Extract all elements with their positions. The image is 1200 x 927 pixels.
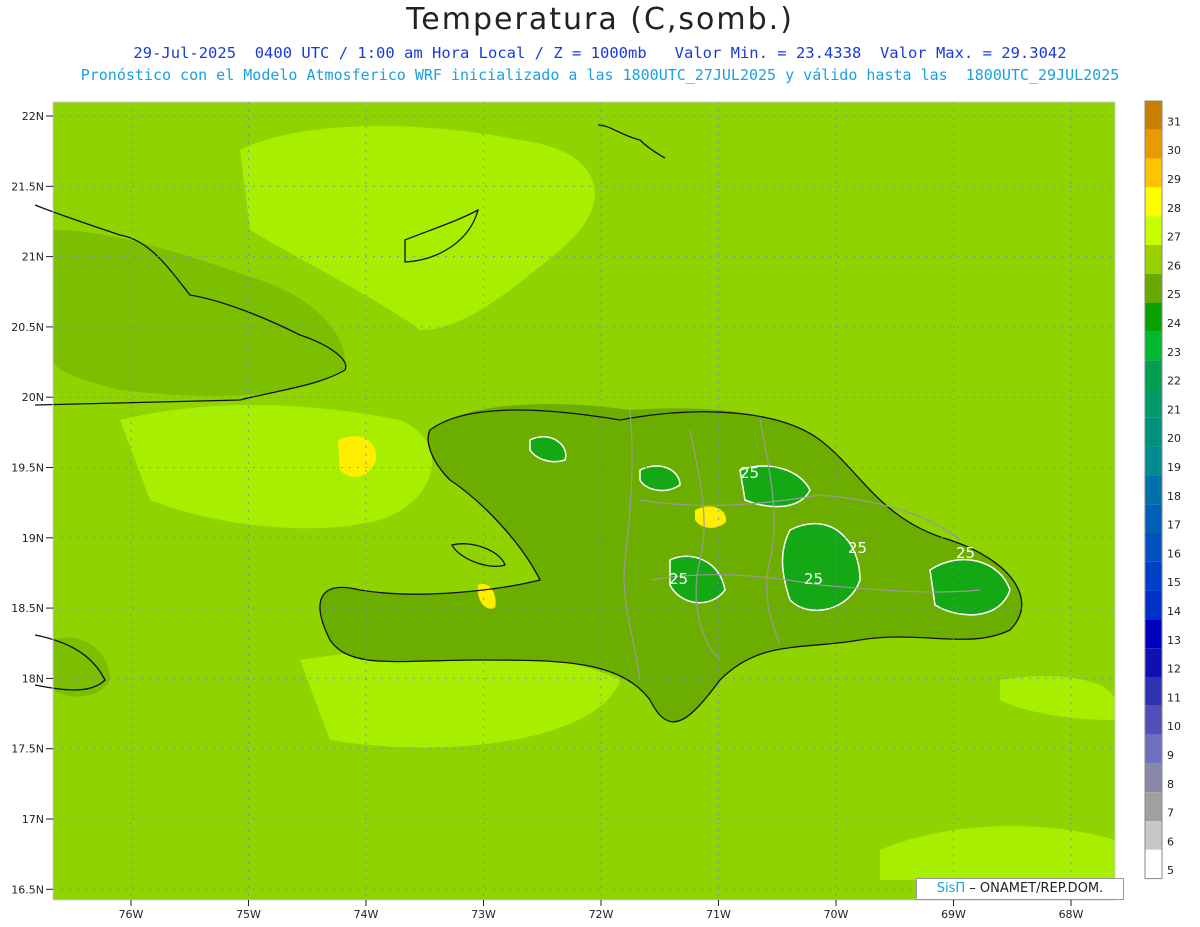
lat-tick-label: 18.5N [11, 602, 44, 615]
colorbar-label: 11 [1167, 691, 1181, 704]
lat-tick-label: 18N [22, 672, 44, 685]
lon-tick-label: 68W [1059, 908, 1084, 921]
lon-tick-label: 70W [824, 908, 849, 921]
latitude-axis: 22N 21.5N 21N 20.5N 20N 19.5N 19N 18.5N 18N 17.5N… [11, 110, 53, 896]
colorbar-swatch [1145, 475, 1162, 505]
lon-tick-label: 69W [941, 908, 966, 921]
colorbar-swatch [1145, 677, 1162, 706]
colorbar-label: 16 [1167, 547, 1181, 560]
colorbar-swatch [1145, 821, 1162, 850]
colorbar-label: 14 [1167, 605, 1181, 618]
colorbar-label: 12 [1167, 663, 1181, 676]
colorbar-label: 5 [1167, 864, 1174, 877]
colorbar-swatch [1145, 561, 1162, 591]
colorbar-label: 23 [1167, 346, 1181, 359]
lon-tick-label: 72W [589, 908, 614, 921]
contour-label: 25 [740, 464, 759, 482]
lat-tick-label: 17.5N [11, 743, 44, 756]
lon-tick-label: 73W [471, 908, 496, 921]
colorbar-swatch [1145, 446, 1162, 476]
colorbar-label: 7 [1167, 807, 1174, 820]
credit-text: – ONAMET/REP.DOM. [965, 881, 1104, 896]
lat-tick-label: 20.5N [11, 321, 44, 334]
lat-tick-label: 16.5N [11, 883, 44, 896]
lat-tick-label: 21.5N [11, 180, 44, 193]
colorbar-swatch [1145, 504, 1162, 533]
longitude-axis: 76W 75W 74W 73W 72W 71W 70W 69W 68W [119, 900, 1084, 921]
colorbar-label: 6 [1167, 835, 1174, 848]
colorbar-label: 19 [1167, 461, 1181, 474]
contour-label: 25 [669, 570, 688, 588]
colorbar-swatch [1145, 158, 1162, 188]
colorbar-label: 15 [1167, 576, 1181, 589]
lat-tick-label: 19.5N [11, 462, 44, 475]
colorbar-label: 24 [1167, 317, 1181, 330]
colorbar-label: 13 [1167, 634, 1181, 647]
colorbar-swatch [1145, 763, 1162, 793]
colorbar-swatch [1145, 331, 1162, 361]
lon-tick-label: 75W [236, 908, 261, 921]
temperature-map: 25 25 25 25 25 22N 21.5N 21N 20.5N 20N 19.5N 1… [11, 100, 1181, 921]
colorbar-swatch [1145, 792, 1162, 821]
contour-label: 25 [848, 539, 867, 557]
colorbar-swatch [1145, 734, 1162, 764]
lat-tick-label: 19N [22, 532, 44, 545]
colorbar-swatch [1145, 705, 1162, 735]
colorbar-label: 30 [1167, 144, 1181, 157]
colorbar-label: 21 [1167, 403, 1181, 416]
colorbar: 31 30 29 28 27 26 25 24 23 22 21 20 19 18 17 16 15 14 13 12… [1144, 100, 1181, 880]
credit-box: SisΠ – ONAMET/REP.DOM. [916, 878, 1124, 900]
colorbar-swatch [1145, 187, 1162, 217]
colorbar-label: 17 [1167, 519, 1181, 532]
colorbar-swatch [1145, 129, 1162, 159]
colorbar-label: 25 [1167, 288, 1181, 301]
colorbar-label: 31 [1167, 115, 1181, 128]
colorbar-swatch [1145, 648, 1162, 677]
colorbar-swatch [1145, 849, 1162, 879]
contour-label: 25 [956, 544, 975, 562]
colorbar-swatch [1145, 101, 1162, 130]
colorbar-label: 8 [1167, 778, 1174, 791]
colorbar-label: 18 [1167, 490, 1181, 503]
colorbar-swatch [1145, 533, 1162, 562]
colorbar-label: 28 [1167, 202, 1181, 215]
lon-tick-label: 74W [354, 908, 379, 921]
colorbar-swatch [1145, 245, 1162, 274]
colorbar-swatch [1145, 216, 1162, 245]
colorbar-swatch [1145, 273, 1162, 303]
colorbar-swatch [1145, 417, 1162, 447]
sispi-logo-text: SisΠ [936, 881, 966, 896]
colorbar-label: 29 [1167, 173, 1181, 186]
lat-tick-label: 17N [22, 813, 44, 826]
lat-tick-label: 20N [22, 391, 44, 404]
colorbar-label: 26 [1167, 259, 1181, 272]
colorbar-swatch [1145, 619, 1162, 649]
colorbar-swatch [1145, 360, 1162, 389]
colorbar-label: 27 [1167, 231, 1181, 244]
colorbar-label: 22 [1167, 375, 1181, 388]
colorbar-label: 20 [1167, 432, 1181, 445]
colorbar-label: 9 [1167, 749, 1174, 762]
lat-tick-label: 22N [22, 110, 44, 123]
lon-tick-label: 71W [706, 908, 731, 921]
lat-tick-label: 21N [22, 251, 44, 264]
colorbar-swatch [1145, 302, 1162, 332]
lon-tick-label: 76W [119, 908, 144, 921]
colorbar-swatch [1145, 389, 1162, 418]
colorbar-label: 10 [1167, 720, 1181, 733]
colorbar-swatch [1145, 590, 1162, 620]
contour-label: 25 [804, 570, 823, 588]
